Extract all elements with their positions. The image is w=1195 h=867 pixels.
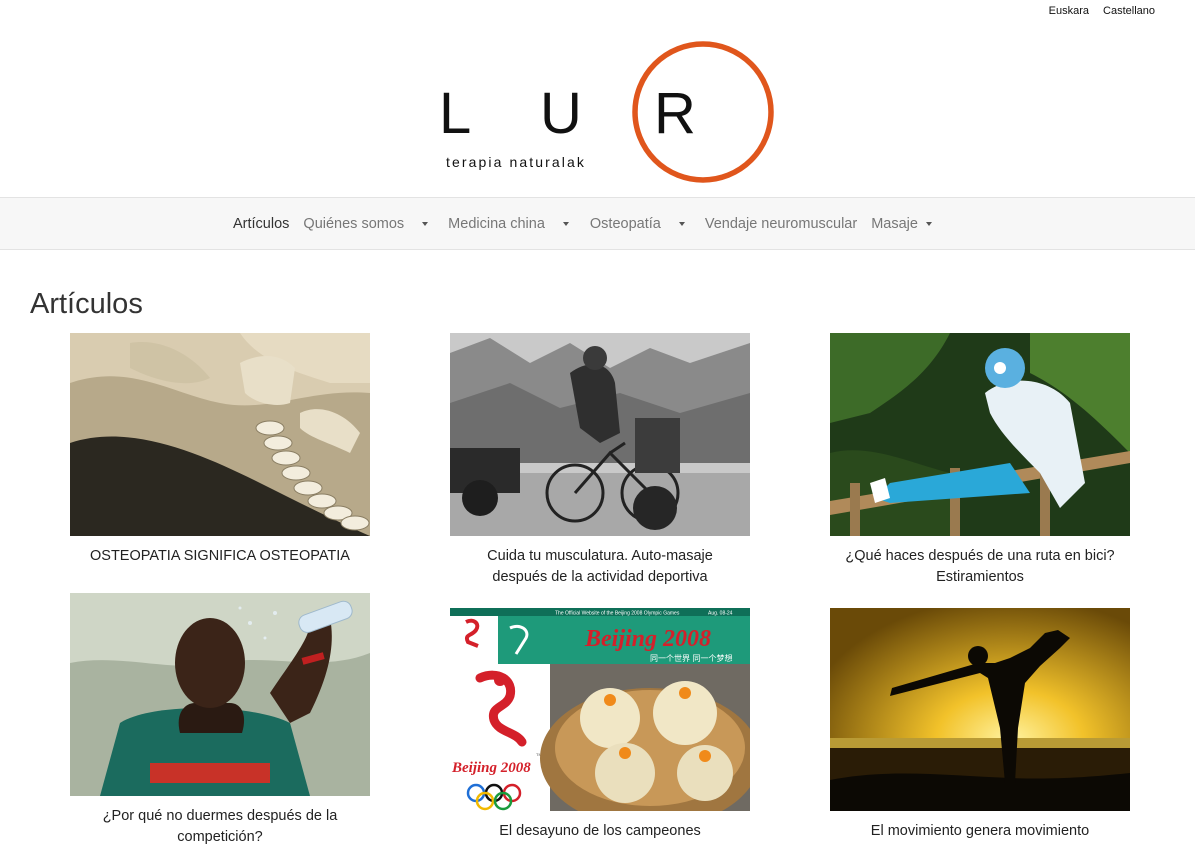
logo-tagline: terapia naturalak bbox=[446, 154, 586, 170]
beijing-brand-text: Beijing 2008 bbox=[584, 626, 711, 652]
page-title: Artículos bbox=[30, 288, 143, 320]
site-logo[interactable]: L U R terapia naturalak bbox=[0, 0, 1195, 197]
article-title-link[interactable]: ¿Qué haces después de una ruta en bici? … bbox=[830, 546, 1130, 588]
nav-item-medicina-china[interactable]: Medicina china bbox=[448, 216, 569, 232]
article-card: El movimiento genera movimiento bbox=[830, 608, 1130, 842]
nav-item-label: Quiénes somos bbox=[303, 215, 405, 232]
nav-item-articulos[interactable]: Artículos bbox=[233, 216, 289, 232]
article-card: ¿Por qué no duermes después de la compet… bbox=[70, 593, 370, 848]
nav-item-osteopatia[interactable]: Osteopatía bbox=[590, 216, 685, 232]
nav-item-label: Artículos bbox=[233, 215, 290, 232]
beijing-dates-text: Aug. 08-24 bbox=[708, 611, 733, 617]
nav-item-label: Medicina china bbox=[448, 215, 545, 232]
nav-menu: Artículos Quiénes somos Medicina china O… bbox=[233, 198, 932, 249]
lur-logo-mark: L U R terapia naturalak bbox=[439, 41, 774, 183]
main-navbar: Artículos Quiénes somos Medicina china O… bbox=[0, 197, 1195, 250]
nav-item-quienes-somos[interactable]: Quiénes somos bbox=[303, 215, 429, 232]
article-card: Cuida tu musculatura. Auto-masaje despué… bbox=[450, 333, 750, 588]
nav-item-label: Masaje bbox=[871, 215, 918, 232]
nav-item-masaje[interactable]: Masaje bbox=[871, 216, 932, 232]
nav-item-label: Osteopatía bbox=[589, 215, 661, 232]
article-thumbnail[interactable] bbox=[70, 593, 370, 796]
article-thumbnail[interactable] bbox=[450, 333, 750, 536]
article-card: ¿Qué haces después de una ruta en bici? … bbox=[830, 333, 1130, 588]
beijing-slogan-text: 同一个世界 同一个梦想 bbox=[650, 653, 733, 663]
logo-letter-l: L bbox=[439, 81, 471, 146]
caret-down-icon bbox=[925, 221, 932, 226]
nav-item-vendaje[interactable]: Vendaje neuromuscular bbox=[705, 216, 857, 232]
article-title-link[interactable]: ¿Por qué no duermes después de la compet… bbox=[70, 806, 370, 848]
nav-item-label: Vendaje neuromuscular bbox=[704, 215, 858, 232]
article-thumbnail[interactable] bbox=[830, 608, 1130, 811]
article-title-link[interactable]: OSTEOPATIA SIGNIFICA OSTEOPATIA bbox=[70, 546, 370, 567]
beijing-header-text: The Official Website of the Beijing 2008… bbox=[555, 611, 680, 617]
article-card: OSTEOPATIA SIGNIFICA OSTEOPATIA bbox=[70, 333, 370, 567]
logo-letter-r: R bbox=[654, 81, 696, 146]
article-title-link[interactable]: Cuida tu musculatura. Auto-masaje despué… bbox=[450, 546, 750, 588]
caret-down-icon bbox=[678, 221, 685, 226]
logo-letter-u: U bbox=[540, 81, 582, 146]
beijing-brand-text-small: Beijing 2008 bbox=[451, 760, 531, 776]
caret-down-icon bbox=[562, 221, 569, 226]
article-title-link[interactable]: El movimiento genera movimiento bbox=[830, 821, 1130, 842]
article-thumbnail[interactable] bbox=[70, 333, 370, 536]
article-thumbnail[interactable] bbox=[830, 333, 1130, 536]
article-card: The Official Website of the Beijing 2008… bbox=[450, 608, 750, 842]
article-title-link[interactable]: El desayuno de los campeones bbox=[450, 821, 750, 842]
caret-down-icon bbox=[422, 221, 429, 226]
article-thumbnail[interactable]: The Official Website of the Beijing 2008… bbox=[450, 608, 750, 811]
